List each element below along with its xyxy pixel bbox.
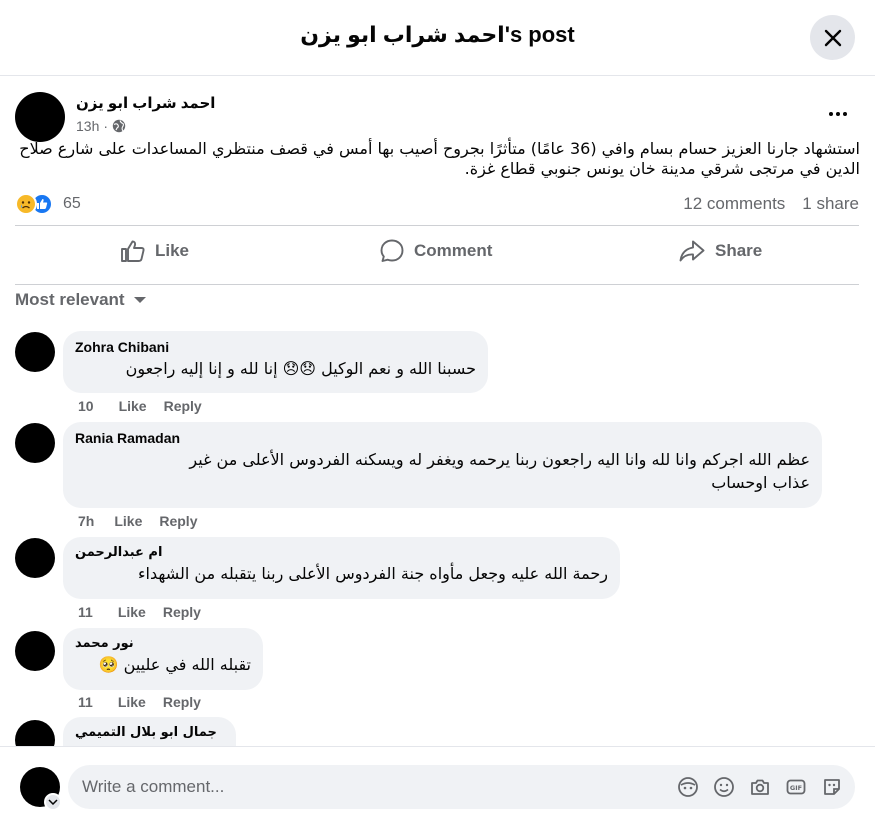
comment-icon [380, 239, 404, 262]
author-avatar[interactable] [15, 92, 65, 142]
commenter-avatar[interactable] [15, 631, 55, 671]
comment-bubble: Zohra Chibani حسبنا الله و نعم الوكيل 😞😞… [63, 331, 488, 393]
comment-reply-button[interactable]: Reply [159, 513, 197, 529]
share-button[interactable]: Share [678, 236, 762, 266]
comment-input-placeholder: Write a comment... [82, 777, 225, 796]
comment-time[interactable]: 11 [78, 694, 93, 710]
dialog-title: احمد شراب ابو يزن's post [300, 22, 575, 47]
comment-like-button[interactable]: Like [114, 513, 142, 529]
avatar-sticker-button[interactable] [677, 776, 699, 798]
sort-label: Most relevant [15, 290, 125, 309]
commenter-avatar[interactable] [15, 538, 55, 578]
comment-actions: 11 Like Reply [78, 604, 201, 620]
share-label: Share [715, 241, 763, 260]
close-icon [824, 29, 841, 46]
comment-like-button[interactable]: Like [118, 694, 146, 710]
comment-time[interactable]: 11 [78, 604, 93, 620]
post-options-button[interactable] [822, 100, 854, 128]
comment-sort-dropdown[interactable]: Most relevant [15, 290, 147, 310]
comment-like-button[interactable]: Like [119, 398, 147, 414]
meta-separator: · [103, 118, 109, 134]
avatar-sticker-icon [678, 777, 698, 797]
comment-like-button[interactable]: Like [118, 604, 146, 620]
divider [15, 284, 859, 285]
comment-bubble: نور محمد تقبله الله في عليين 🥺 [63, 628, 263, 690]
comment-label: Comment [414, 241, 493, 260]
commenter-name[interactable]: ام عبدالرحمن [75, 545, 608, 560]
commenter-name[interactable]: جمال ابو بلال التميمي [75, 725, 224, 740]
commenter-name[interactable]: Zohra Chibani [75, 339, 476, 355]
commenter-name[interactable]: Rania Ramadan [75, 430, 810, 446]
comment-actions: 11 Like Reply [78, 694, 201, 710]
dialog-header: احمد شراب ابو يزن's post [0, 0, 875, 76]
gif-icon: GIF [786, 779, 806, 795]
post-meta: 13h · [76, 118, 126, 134]
composer-tools: GIF [677, 776, 843, 798]
profile-switch-button[interactable] [44, 793, 62, 811]
sad-reaction-icon [15, 193, 37, 215]
sticker-button[interactable] [821, 776, 843, 798]
reactions-summary[interactable]: 65 [15, 193, 81, 215]
author-name[interactable]: احمد شراب ابو يزن [76, 94, 215, 112]
share-icon [679, 240, 705, 262]
comment-input[interactable]: Write a comment... GIF [68, 765, 855, 809]
comment-reply-button[interactable]: Reply [164, 398, 202, 414]
comment-reply-button[interactable]: Reply [163, 694, 201, 710]
svg-text:GIF: GIF [790, 784, 802, 792]
comments-count[interactable]: 12 comments [683, 194, 785, 214]
reaction-count: 65 [63, 195, 81, 212]
divider [15, 225, 859, 226]
comment-bubble: Rania Ramadan عظم الله اجركم وانا لله وا… [63, 422, 822, 508]
thumbs-up-icon [121, 240, 145, 262]
globe-icon [112, 119, 126, 133]
caret-down-icon [133, 297, 146, 303]
comment-text: رحمة الله عليه وجعل مأواه جنة الفردوس ال… [137, 564, 608, 583]
gif-button[interactable]: GIF [785, 776, 807, 798]
commenter-avatar[interactable] [15, 423, 55, 463]
post-text: استشهاد جارنا العزيز حسام بسام وافي (36 … [19, 139, 860, 178]
close-button[interactable] [810, 15, 855, 60]
chevron-down-icon [48, 799, 58, 805]
emoji-button[interactable] [713, 776, 735, 798]
comment-time[interactable]: 10 [78, 398, 94, 414]
comment-actions: 10 Like Reply [78, 398, 202, 414]
comment-reply-button[interactable]: Reply [163, 604, 201, 620]
shares-count[interactable]: 1 share [802, 194, 859, 214]
post-time[interactable]: 13h [76, 118, 99, 134]
comment-actions: 7h Like Reply [78, 513, 197, 529]
comment-time[interactable]: 7h [78, 513, 94, 529]
commenter-name[interactable]: نور محمد [75, 636, 251, 651]
photo-button[interactable] [749, 776, 771, 798]
like-button[interactable]: Like [120, 236, 189, 266]
sticker-icon [824, 779, 840, 795]
camera-icon [751, 779, 769, 795]
engagement-counts: 12 comments 1 share [683, 194, 859, 214]
comment-bubble: ام عبدالرحمن رحمة الله عليه وجعل مأواه ج… [63, 537, 620, 599]
comment-text: تقبله الله في عليين 🥺 [98, 655, 251, 674]
comment-text: عظم الله اجركم وانا لله وانا اليه راجعون… [189, 450, 810, 492]
comment-text: حسبنا الله و نعم الوكيل 😞😞 إنا لله و إنا… [125, 359, 476, 378]
like-label: Like [155, 241, 190, 260]
comment-composer: Write a comment... GIF [0, 746, 875, 832]
emoji-icon [714, 777, 734, 797]
commenter-avatar[interactable] [15, 332, 55, 372]
comment-button[interactable]: Comment [379, 236, 492, 266]
